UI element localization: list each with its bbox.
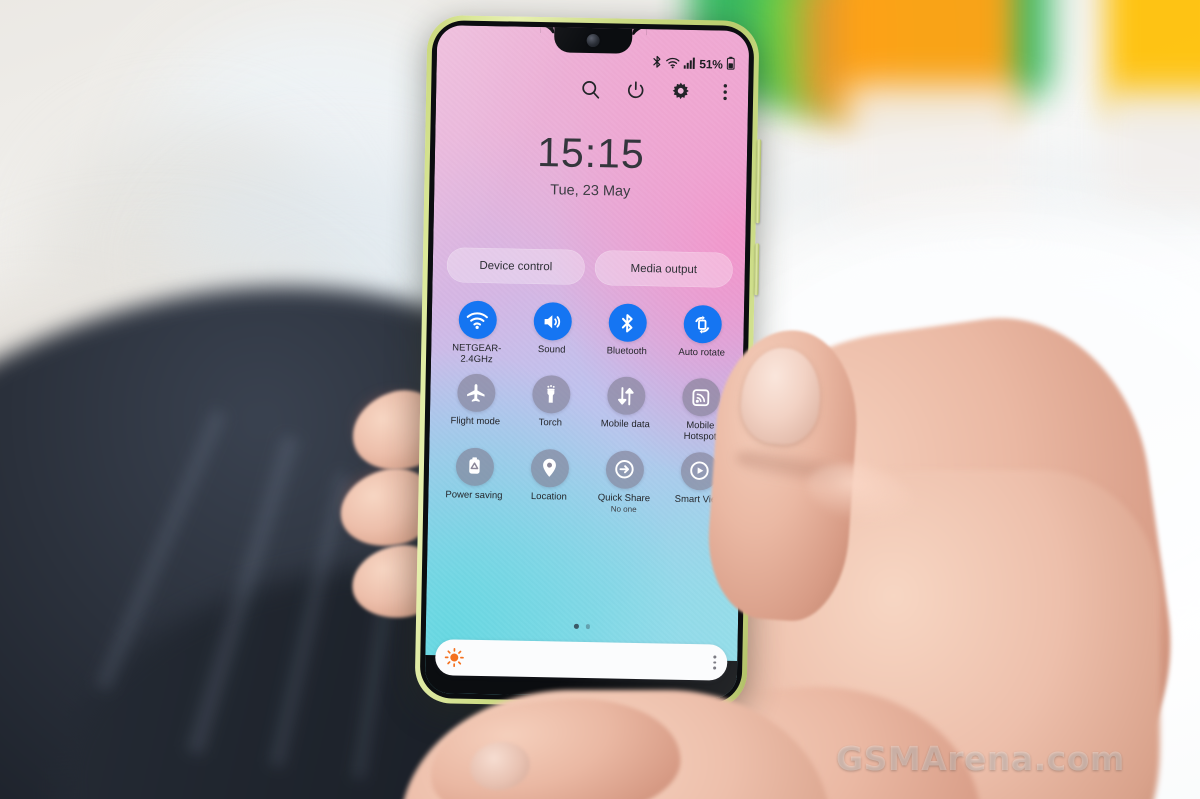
quick-tile-power-saving[interactable]: Power saving: [436, 446, 512, 512]
bluetooth-icon: [652, 55, 661, 71]
clock-time: 15:15: [536, 129, 646, 178]
lock-clock: 15:15 Tue, 23 May: [434, 129, 747, 202]
hotspot-icon: [681, 378, 721, 417]
quick-tile-auto-rotate[interactable]: Auto rotate: [664, 304, 740, 370]
quick-tile-label: Quick Share: [597, 491, 651, 504]
quick-tile-label: Auto rotate: [678, 346, 726, 359]
brightness-slider[interactable]: [434, 639, 728, 681]
panel-shortcuts: Device control Media output: [446, 247, 734, 288]
quick-tile-mobile-data[interactable]: Mobile data: [587, 376, 663, 442]
location-pin-icon: [530, 448, 569, 488]
quick-tile-sound[interactable]: Sound: [514, 301, 590, 368]
quick-share-icon: [605, 449, 644, 489]
battery-saver-icon: [455, 446, 494, 486]
wifi-icon: [457, 300, 497, 340]
signal-bars-icon: [683, 56, 695, 71]
quick-panel-header: [579, 78, 736, 103]
battery-percentage: 51%: [699, 57, 723, 72]
smartphone: 51% 15:15 Tue, 23 May Device control Med…: [414, 14, 761, 710]
quick-tile-label: NETGEAR-2.4GHz: [452, 342, 502, 365]
gear-icon[interactable]: [669, 80, 691, 102]
search-icon[interactable]: [579, 78, 601, 100]
data-transfer-icon: [606, 376, 646, 416]
quick-tile-label: Bluetooth: [606, 345, 647, 358]
quick-tile-quick-share[interactable]: Quick Share No one: [586, 449, 662, 515]
status-bar: 51%: [652, 55, 735, 73]
quick-tile-label: Flight mode: [450, 415, 501, 428]
quick-settings-grid: NETGEAR-2.4GHz Sound Bluetooth Auto rotat…: [436, 300, 740, 516]
quick-tile-torch[interactable]: Torch: [513, 375, 589, 441]
quick-tile-location[interactable]: Location: [511, 448, 587, 513]
phone-screen: 51% 15:15 Tue, 23 May Device control Med…: [424, 25, 750, 699]
quick-tile-label: Location: [530, 490, 567, 503]
battery-icon: [726, 56, 735, 73]
clock-date: Tue, 23 May: [550, 182, 631, 200]
media-output-button[interactable]: Media output: [594, 250, 734, 288]
quick-tile-label: Power saving: [445, 488, 503, 501]
background-blur-cup-left: [845, 85, 1020, 230]
wifi-icon: [665, 56, 680, 71]
device-control-button[interactable]: Device control: [446, 247, 586, 285]
power-icon[interactable]: [624, 79, 646, 101]
quick-tile-label: Sound: [537, 344, 566, 356]
flashlight-icon: [531, 375, 571, 414]
quick-tile-netgear-2-4ghz[interactable]: NETGEAR-2.4GHz: [439, 300, 515, 366]
page-indicator[interactable]: [426, 621, 738, 631]
quick-tile-flight-mode[interactable]: Flight mode: [438, 373, 514, 439]
quick-tile-label: Mobile data: [600, 418, 650, 431]
brightness-more-icon[interactable]: [713, 655, 717, 670]
more-vertical-icon[interactable]: [714, 80, 736, 102]
volume-icon: [532, 301, 572, 341]
airplane-icon: [456, 373, 496, 413]
quick-tile-sublabel: No one: [610, 504, 637, 515]
brightness-sun-icon: [444, 647, 464, 668]
page-dot[interactable]: [573, 623, 579, 629]
quick-tile-label: Torch: [538, 417, 563, 429]
background-blur-cup-right: [1100, 90, 1200, 210]
auto-rotate-icon: [682, 304, 722, 344]
quick-tile-bluetooth[interactable]: Bluetooth: [589, 303, 665, 369]
page-dot[interactable]: [585, 624, 590, 629]
bluetooth-icon: [607, 303, 647, 343]
